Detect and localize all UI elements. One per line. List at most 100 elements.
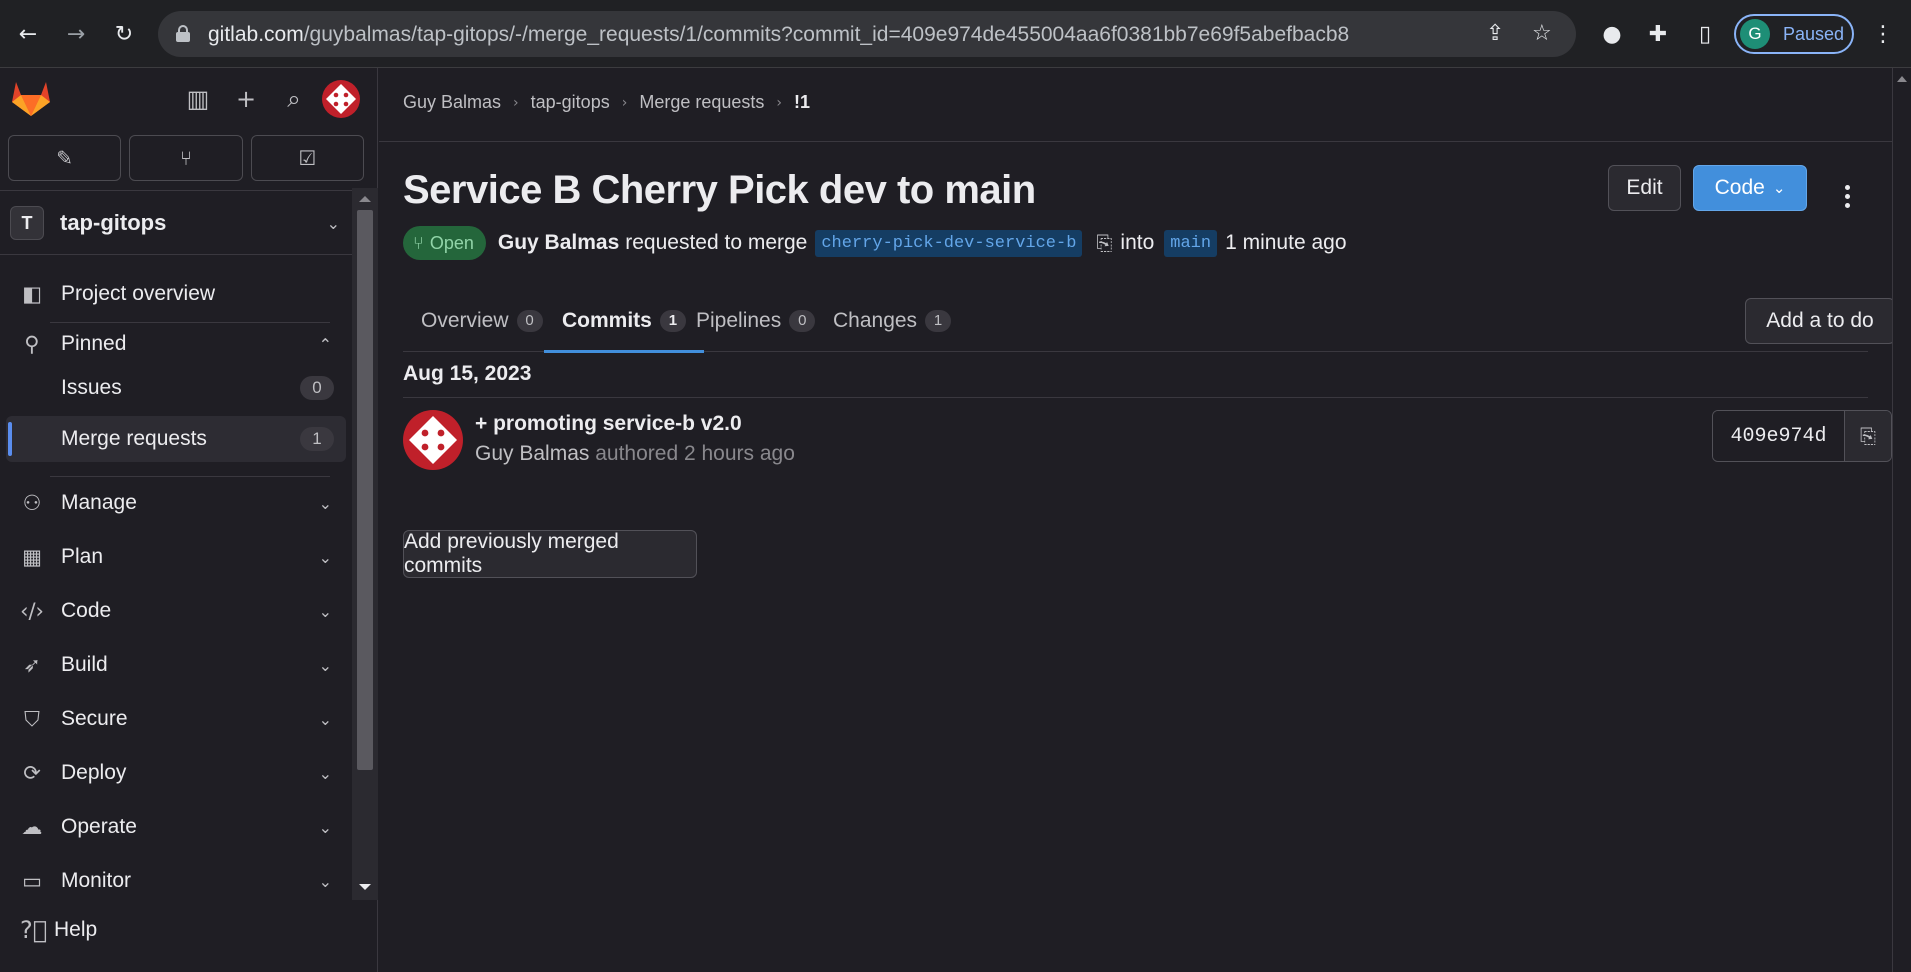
forward-arrow-icon[interactable]: → xyxy=(60,18,92,50)
extensions-puzzle-icon[interactable]: ✚ xyxy=(1643,18,1673,50)
sidebar-item-pinned[interactable]: ⚲ Pinned ⌃ xyxy=(6,321,346,367)
chevron-down-icon: ⌄ xyxy=(326,213,340,233)
gitlab-logo-icon[interactable] xyxy=(10,78,52,118)
chevron-down-icon: ⌄ xyxy=(318,709,332,729)
cloud-icon: ☁ xyxy=(21,815,43,839)
profile-avatar: G xyxy=(1740,19,1770,49)
commit-title[interactable]: + promoting service-b v2.0 xyxy=(475,412,742,436)
help-label: Help xyxy=(54,918,98,941)
user-avatar[interactable] xyxy=(322,80,360,118)
sidebar-item-label: Plan xyxy=(61,545,104,568)
scroll-down-icon[interactable] xyxy=(359,884,371,890)
tab-overview[interactable]: Overview 0 xyxy=(403,290,561,352)
tab-changes[interactable]: Changes 1 xyxy=(815,290,969,352)
sidebar-item-label: Code xyxy=(61,599,112,622)
commit-sha[interactable]: 409e974d xyxy=(1713,411,1845,461)
reload-icon[interactable]: ↻ xyxy=(108,18,140,50)
sidebar-item-label: Monitor xyxy=(61,869,132,892)
commit-authored-time: authored 2 hours ago xyxy=(595,442,795,465)
scroll-thumb[interactable] xyxy=(357,210,373,770)
project-avatar: T xyxy=(10,206,44,240)
todo-counter-icon[interactable]: ☑ xyxy=(250,135,364,181)
sidebar-counters: ✎ ⑂ ☑ xyxy=(8,135,364,181)
chevron-down-icon: ⌄ xyxy=(318,655,332,675)
sidebar-item-operate[interactable]: ☁ Operate ⌄ xyxy=(6,804,346,850)
add-todo-button[interactable]: Add a to do xyxy=(1745,298,1895,344)
breadcrumb-project[interactable]: tap-gitops xyxy=(531,92,610,113)
chevron-down-icon: ⌄ xyxy=(318,817,332,837)
code-button-label: Code xyxy=(1714,176,1765,199)
chevron-down-icon: ⌄ xyxy=(1772,179,1786,197)
sidebar: ▥ + ⌕ ✎ ⑂ ☑ T tap-gitops ⌄ ◧ Project ove… xyxy=(0,68,378,972)
address-bar[interactable]: gitlab.com/guybalmas/tap-gitops/-/merge_… xyxy=(158,11,1576,57)
sidebar-item-secure[interactable]: ⛉ Secure ⌄ xyxy=(6,696,346,742)
issues-count-badge: 0 xyxy=(300,376,334,400)
sidebar-item-manage[interactable]: ⚇ Manage ⌄ xyxy=(6,480,346,526)
sidebar-item-label: Pinned xyxy=(61,332,127,355)
search-icon[interactable]: ⌕ xyxy=(277,82,311,116)
breadcrumb-merge-requests[interactable]: Merge requests xyxy=(639,92,764,113)
more-actions-icon[interactable] xyxy=(1833,176,1861,216)
tab-count: 0 xyxy=(516,310,543,332)
sidebar-scrollbar[interactable] xyxy=(352,188,378,900)
requested-text: requested to merge xyxy=(625,231,808,254)
scroll-up-icon[interactable] xyxy=(359,196,371,202)
star-icon[interactable]: ☆ xyxy=(1532,21,1552,46)
sidebar-item-label: Build xyxy=(61,653,108,676)
project-switcher[interactable]: T tap-gitops ⌄ xyxy=(10,201,340,245)
scroll-up-icon[interactable] xyxy=(1897,76,1907,82)
breadcrumb-current[interactable]: !1 xyxy=(794,92,810,113)
merge-requests-count-badge: 1 xyxy=(300,427,334,451)
mr-author[interactable]: Guy Balmas xyxy=(498,231,619,255)
sidebar-item-label: Operate xyxy=(61,815,137,838)
create-new-icon[interactable]: + xyxy=(229,82,263,116)
commit-meta: Guy Balmas authored 2 hours ago xyxy=(475,442,795,466)
copy-sha-icon[interactable]: ⎘ xyxy=(1845,411,1891,461)
browser-menu-icon[interactable]: ⋮ xyxy=(1868,18,1898,50)
password-manager-icon[interactable]: ● xyxy=(1597,18,1627,50)
code-icon: ‹/› xyxy=(20,599,44,623)
add-merged-commits-button[interactable]: Add previously merged commits xyxy=(403,530,697,578)
tab-pipelines[interactable]: Pipelines 0 xyxy=(678,290,833,352)
lock-icon xyxy=(176,25,190,42)
browser-toolbar: ← → ↻ gitlab.com/guybalmas/tap-gitops/-/… xyxy=(0,0,1911,68)
issues-counter-icon[interactable]: ✎ xyxy=(8,135,122,181)
deploy-icon: ⟳ xyxy=(23,761,41,785)
calendar-icon: ▦ xyxy=(22,545,42,569)
side-panel-icon[interactable]: ▯ xyxy=(1690,18,1720,50)
breadcrumb-user[interactable]: Guy Balmas xyxy=(403,92,501,113)
chevron-down-icon: ⌄ xyxy=(318,871,332,891)
url-text[interactable]: gitlab.com/guybalmas/tap-gitops/-/merge_… xyxy=(208,23,1349,47)
sidebar-item-plan[interactable]: ▦ Plan ⌄ xyxy=(6,534,346,580)
help-button[interactable]: ?⃝ Help xyxy=(20,916,97,944)
question-icon: ?⃝ xyxy=(20,916,48,944)
code-dropdown-button[interactable]: Code ⌄ xyxy=(1693,165,1807,211)
merge-requests-counter-icon[interactable]: ⑂ xyxy=(129,135,243,181)
chevron-down-icon: ⌄ xyxy=(318,547,332,567)
collapse-sidebar-icon[interactable]: ▥ xyxy=(181,82,215,116)
sidebar-item-label: Issues xyxy=(61,376,122,399)
source-branch[interactable]: cherry-pick-dev-service-b xyxy=(815,229,1083,257)
users-icon: ⚇ xyxy=(22,491,42,515)
sidebar-item-merge-requests[interactable]: Merge requests 1 xyxy=(6,416,346,462)
sidebar-item-monitor[interactable]: ▭ Monitor ⌄ xyxy=(6,858,346,904)
sidebar-item-deploy[interactable]: ⟳ Deploy ⌄ xyxy=(6,750,346,796)
sidebar-item-project-overview[interactable]: ◧ Project overview xyxy=(6,271,346,317)
page-scrollbar[interactable] xyxy=(1892,68,1911,972)
profile-status: Paused xyxy=(1783,23,1845,44)
sidebar-item-issues[interactable]: Issues 0 xyxy=(6,365,346,411)
copy-branch-icon[interactable]: ⎘ xyxy=(1096,231,1112,255)
share-icon[interactable]: ⇪ xyxy=(1486,21,1504,46)
commit-author[interactable]: Guy Balmas xyxy=(475,442,589,465)
target-branch[interactable]: main xyxy=(1164,229,1218,257)
sidebar-item-label: Secure xyxy=(61,707,128,730)
page-title: Service B Cherry Pick dev to main xyxy=(403,168,1036,212)
back-arrow-icon[interactable]: ← xyxy=(12,18,44,50)
sidebar-item-build[interactable]: ➶ Build ⌄ xyxy=(6,642,346,688)
sidebar-item-code[interactable]: ‹/› Code ⌄ xyxy=(6,588,346,634)
sidebar-nav: T tap-gitops ⌄ ◧ Project overview ⚲ Pinn… xyxy=(0,190,378,905)
edit-button[interactable]: Edit xyxy=(1608,165,1681,211)
commit-author-avatar[interactable] xyxy=(403,410,463,470)
mr-meta: ⑂ Open Guy Balmas requested to merge che… xyxy=(403,226,1347,260)
profile-button[interactable]: G Paused xyxy=(1734,14,1854,54)
